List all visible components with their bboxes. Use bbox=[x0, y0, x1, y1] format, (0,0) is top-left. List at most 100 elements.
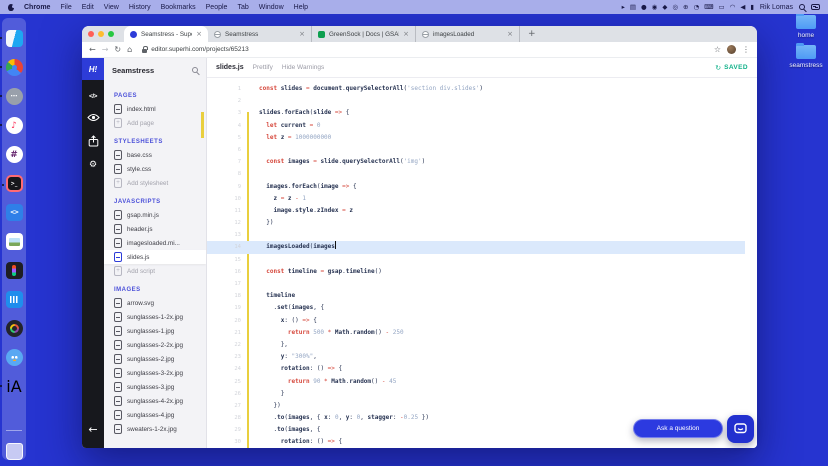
dock-item-vscode[interactable]: <> bbox=[6, 204, 23, 221]
code-line[interactable]: 16 const timeline = gsap.timeline() bbox=[207, 266, 745, 278]
clock-icon[interactable]: ◔ bbox=[693, 4, 699, 11]
code-line[interactable]: 17 bbox=[207, 278, 745, 290]
menu-item-file[interactable]: File bbox=[60, 4, 71, 11]
control-center-icon[interactable] bbox=[811, 4, 820, 10]
reload-icon[interactable]: ↻ bbox=[114, 46, 121, 54]
code-line[interactable]: 1const slides = document.querySelectorAl… bbox=[207, 83, 745, 95]
file-item-sunglasses-4-jpg[interactable]: sunglasses-4.jpg bbox=[114, 408, 206, 422]
desktop-folder-seamstress[interactable]: seamstress bbox=[776, 45, 828, 69]
code-view-icon[interactable]: </> bbox=[89, 93, 97, 100]
file-item-sweaters-1-2x-jpg[interactable]: sweaters-1-2x.jpg bbox=[114, 422, 206, 436]
bookmark-star-icon[interactable]: ☆ bbox=[714, 45, 721, 54]
dock-item-ia-writer[interactable]: iA bbox=[6, 378, 23, 395]
tab-close-icon[interactable]: × bbox=[196, 30, 202, 38]
menu-item-chrome[interactable]: Chrome bbox=[24, 4, 50, 11]
menu-item-history[interactable]: History bbox=[129, 4, 151, 11]
code-line[interactable]: 18 timeline bbox=[207, 290, 745, 302]
desktop-folder-home[interactable]: home bbox=[776, 15, 828, 39]
tab-close-icon[interactable]: × bbox=[507, 30, 513, 38]
code-line[interactable]: 27 }) bbox=[207, 400, 745, 412]
wifi-icon[interactable]: ◠ bbox=[730, 4, 736, 11]
code-line[interactable]: 20 x: () => { bbox=[207, 315, 745, 327]
settings-gear-icon[interactable]: ⚙ bbox=[89, 160, 97, 170]
menu-item-tab[interactable]: Tab bbox=[237, 4, 248, 11]
dock-item-trash[interactable] bbox=[6, 443, 23, 460]
code-line[interactable]: 6 bbox=[207, 144, 745, 156]
dock-item-screenflow[interactable] bbox=[6, 320, 23, 337]
code-line[interactable]: 30 rotation: () => { bbox=[207, 436, 745, 448]
display-icon[interactable]: ▭ bbox=[719, 4, 725, 11]
dock-item-chrome[interactable] bbox=[6, 59, 23, 76]
menu-item-help[interactable]: Help bbox=[294, 4, 308, 11]
file-item-sunglasses-3-jpg[interactable]: sunglasses-3.jpg bbox=[114, 380, 206, 394]
minimize-window-button[interactable] bbox=[98, 31, 104, 37]
code-line[interactable]: 9 images.forEach(image => { bbox=[207, 181, 745, 193]
cursor-icon[interactable]: ▸ bbox=[622, 4, 625, 11]
menu-item-edit[interactable]: Edit bbox=[82, 4, 94, 11]
code-line[interactable]: 26 } bbox=[207, 388, 745, 400]
code-line[interactable]: 25 return 90 * Math.random() - 45 bbox=[207, 376, 745, 388]
file-item-index-html[interactable]: index.html bbox=[114, 102, 206, 116]
new-tab-button[interactable]: + bbox=[528, 29, 536, 39]
code-line[interactable]: 12 }) bbox=[207, 217, 745, 229]
code-line[interactable]: 4 let current = 0 bbox=[207, 120, 745, 132]
action-prettify[interactable]: Prettify bbox=[253, 64, 273, 71]
menu-item-people[interactable]: People bbox=[206, 4, 228, 11]
code-line[interactable]: 2 bbox=[207, 95, 745, 107]
spotlight-search-icon[interactable] bbox=[799, 4, 805, 10]
menu-item-window[interactable]: Window bbox=[259, 4, 284, 11]
action-hide-warnings[interactable]: Hide Warnings bbox=[282, 64, 324, 71]
browser-tab[interactable]: imagesLoaded× bbox=[416, 26, 520, 42]
profile-avatar[interactable] bbox=[727, 45, 736, 54]
browser-menu-icon[interactable]: ⋮ bbox=[742, 45, 750, 54]
sidebar-search-icon[interactable] bbox=[192, 67, 198, 73]
zoom-window-button[interactable] bbox=[108, 31, 114, 37]
dock-item-terminal[interactable]: >_ bbox=[6, 175, 23, 192]
file-item-base-css[interactable]: base.css bbox=[114, 148, 206, 162]
record-icon[interactable]: ◎ bbox=[672, 4, 678, 11]
home-icon[interactable]: ⌂ bbox=[127, 46, 132, 54]
file-item-slides-js[interactable]: slides.js bbox=[104, 250, 206, 264]
code-line[interactable]: 14 imagesLoaded(images bbox=[207, 241, 745, 253]
code-line[interactable]: 3slides.forEach(slide => { bbox=[207, 107, 745, 119]
preview-eye-icon[interactable] bbox=[87, 113, 100, 122]
menu-item-view[interactable]: View bbox=[104, 4, 119, 11]
menu-item-bookmarks[interactable]: Bookmarks bbox=[161, 4, 196, 11]
menu-user[interactable]: Rik Lomas bbox=[760, 4, 793, 11]
code-line[interactable]: 11 image.style.zIndex = z bbox=[207, 205, 745, 217]
dock-item-messages[interactable]: ⋯ bbox=[6, 88, 23, 105]
back-icon[interactable]: ← bbox=[89, 46, 96, 54]
add-item-button[interactable]: Add page bbox=[114, 116, 206, 130]
code-line[interactable]: 10 z = z - 1 bbox=[207, 193, 745, 205]
keyboard-icon[interactable]: ⌨ bbox=[704, 4, 713, 11]
file-item-gsap-min-js[interactable]: gsap.min.js bbox=[114, 208, 206, 222]
code-line[interactable]: 24 rotation: () => { bbox=[207, 363, 745, 375]
file-item-imagesloaded-mi-[interactable]: imagesloaded.mi... bbox=[114, 236, 206, 250]
add-item-button[interactable]: Add script bbox=[114, 264, 206, 278]
address-bar[interactable]: editor.superhi.com/projects/65213 bbox=[138, 46, 708, 53]
file-item-sunglasses-2-2x-jpg[interactable]: sunglasses-2-2x.jpg bbox=[114, 338, 206, 352]
file-item-sunglasses-2-jpg[interactable]: sunglasses-2.jpg bbox=[114, 352, 206, 366]
code-line[interactable]: 7 const images = slide.querySelectorAll(… bbox=[207, 156, 745, 168]
globe-icon[interactable]: ⊕ bbox=[683, 4, 688, 11]
file-item-arrow-svg[interactable]: arrow.svg bbox=[114, 296, 206, 310]
code-editor[interactable]: 1const slides = document.querySelectorAl… bbox=[207, 78, 757, 448]
camera-icon[interactable]: ◉ bbox=[652, 4, 658, 11]
shield-icon[interactable]: ◆ bbox=[662, 4, 667, 11]
forward-icon[interactable]: → bbox=[102, 46, 109, 54]
chat-widget-button[interactable] bbox=[727, 415, 754, 443]
close-window-button[interactable] bbox=[88, 31, 94, 37]
tab-close-icon[interactable]: × bbox=[299, 30, 305, 38]
battery-icon[interactable]: ▮ bbox=[750, 4, 754, 11]
code-line[interactable]: 15 bbox=[207, 254, 745, 266]
dock-item-figma[interactable] bbox=[6, 262, 23, 279]
file-item-sunglasses-4-2x-jpg[interactable]: sunglasses-4-2x.jpg bbox=[114, 394, 206, 408]
code-line[interactable]: 22 }, bbox=[207, 339, 745, 351]
add-item-button[interactable]: Add stylesheet bbox=[114, 176, 206, 190]
dock-item-slack[interactable]: # bbox=[6, 146, 23, 163]
superhi-logo[interactable]: H! bbox=[82, 58, 104, 80]
code-line[interactable]: 5 let z = 1000000000 bbox=[207, 132, 745, 144]
volume-icon[interactable]: ◀ bbox=[740, 4, 745, 11]
code-line[interactable]: 13 bbox=[207, 229, 745, 241]
share-upload-icon[interactable] bbox=[88, 135, 99, 147]
